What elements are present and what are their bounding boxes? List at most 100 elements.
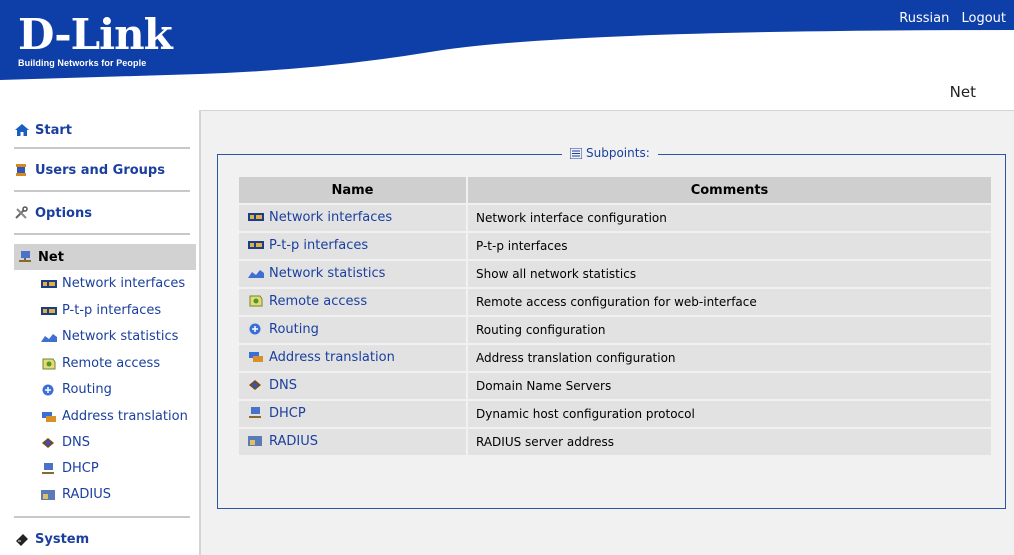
table-row: DHCP Dynamic host configuration protocol bbox=[239, 401, 991, 427]
sidebar-item-label: System bbox=[35, 531, 90, 547]
legend-text: Subpoints: bbox=[586, 146, 650, 160]
table-row: Address translation Address translation … bbox=[239, 345, 991, 371]
remote-access-link[interactable]: Remote access bbox=[247, 294, 367, 309]
table-row: Network interfaces Network interface con… bbox=[239, 205, 991, 231]
home-icon bbox=[14, 123, 30, 137]
logout-link[interactable]: Logout bbox=[961, 11, 1006, 26]
statistics-icon bbox=[40, 331, 58, 343]
comment-cell: Domain Name Servers bbox=[468, 373, 991, 399]
name-cell: RADIUS bbox=[239, 429, 466, 455]
column-header-name: Name bbox=[239, 177, 466, 203]
link-label: DNS bbox=[269, 377, 297, 393]
sidebar-item-system[interactable]: System bbox=[14, 529, 190, 549]
table-row: P-t-p interfaces P-t-p interfaces bbox=[239, 233, 991, 259]
radius-icon bbox=[247, 435, 265, 447]
sidebar-item-label: Address translation bbox=[62, 409, 188, 424]
radius-link[interactable]: RADIUS bbox=[247, 434, 318, 449]
sidebar-item-dhcp[interactable]: DHCP bbox=[40, 461, 99, 476]
table-row: Network statistics Show all network stat… bbox=[239, 261, 991, 287]
table-row: DNS Domain Name Servers bbox=[239, 373, 991, 399]
link-label: RADIUS bbox=[269, 433, 319, 449]
name-cell: DNS bbox=[239, 373, 466, 399]
sidebar-item-dns[interactable]: DNS bbox=[40, 435, 90, 450]
address-translation-icon bbox=[247, 351, 265, 363]
table-row: RADIUS RADIUS server address bbox=[239, 429, 991, 455]
remote-access-icon bbox=[40, 358, 58, 370]
logo-text: D-Link bbox=[18, 10, 173, 59]
sidebar-item-network-statistics[interactable]: Network statistics bbox=[40, 329, 178, 344]
dhcp-link[interactable]: DHCP bbox=[247, 406, 306, 421]
header: D-Link Building Networks for People Russ… bbox=[0, 0, 1014, 110]
dns-icon bbox=[40, 437, 58, 449]
link-label: P-t-p interfaces bbox=[269, 237, 369, 253]
sidebar-item-network-interfaces[interactable]: Network interfaces bbox=[40, 276, 185, 291]
network-statistics-link[interactable]: Network statistics bbox=[247, 266, 385, 281]
comment-cell: Routing configuration bbox=[468, 317, 991, 343]
sidebar-item-options[interactable]: Options bbox=[14, 203, 190, 223]
routing-icon bbox=[247, 323, 265, 335]
sidebar-item-label: Start bbox=[35, 122, 72, 138]
russian-link[interactable]: Russian bbox=[899, 11, 949, 26]
name-cell: Address translation bbox=[239, 345, 466, 371]
main-content: Subpoints: Name Comments Network interfa… bbox=[201, 110, 1014, 555]
network-card-icon bbox=[40, 278, 58, 290]
network-icon bbox=[17, 250, 33, 264]
sidebar-item-remote-access[interactable]: Remote access bbox=[40, 356, 160, 371]
network-card-icon bbox=[40, 305, 58, 317]
sidebar-item-label: Network interfaces bbox=[62, 276, 186, 291]
network-card-icon bbox=[247, 211, 265, 223]
sidebar-item-label: DNS bbox=[62, 435, 90, 450]
dns-link[interactable]: DNS bbox=[247, 378, 297, 393]
dhcp-icon bbox=[40, 462, 58, 475]
link-label: Network statistics bbox=[269, 265, 386, 281]
name-cell: Network interfaces bbox=[239, 205, 466, 231]
name-cell: P-t-p interfaces bbox=[239, 233, 466, 259]
sidebar-item-label: Network statistics bbox=[62, 329, 179, 344]
sidebar-item-address-translation[interactable]: Address translation bbox=[40, 409, 188, 424]
dhcp-icon bbox=[247, 407, 265, 419]
address-translation-link[interactable]: Address translation bbox=[247, 350, 395, 365]
network-interfaces-link[interactable]: Network interfaces bbox=[247, 210, 392, 225]
link-label: Remote access bbox=[269, 293, 368, 309]
address-translation-icon bbox=[40, 411, 58, 423]
table-header-row: Name Comments bbox=[239, 177, 991, 203]
sidebar-item-routing[interactable]: Routing bbox=[40, 382, 112, 397]
comment-cell: Show all network statistics bbox=[468, 261, 991, 287]
name-cell: Network statistics bbox=[239, 261, 466, 287]
name-cell: Routing bbox=[239, 317, 466, 343]
sidebar-item-ptp-interfaces[interactable]: P-t-p interfaces bbox=[40, 303, 161, 318]
name-cell: Remote access bbox=[239, 289, 466, 315]
ptp-interfaces-link[interactable]: P-t-p interfaces bbox=[247, 238, 368, 253]
remote-access-icon bbox=[247, 295, 265, 307]
sidebar-item-radius[interactable]: RADIUS bbox=[40, 487, 111, 502]
name-cell: DHCP bbox=[239, 401, 466, 427]
comment-cell: P-t-p interfaces bbox=[468, 233, 991, 259]
link-label: Routing bbox=[269, 321, 319, 337]
sidebar-item-label: P-t-p interfaces bbox=[62, 303, 162, 318]
routing-link[interactable]: Routing bbox=[247, 322, 319, 337]
sidebar-item-users-and-groups[interactable]: Users and Groups bbox=[14, 160, 190, 180]
divider bbox=[14, 233, 190, 235]
divider bbox=[14, 190, 190, 192]
routing-icon bbox=[40, 384, 58, 396]
subpoints-legend: Subpoints: bbox=[562, 146, 658, 160]
sidebar-item-label: Remote access bbox=[62, 356, 161, 371]
top-links: Russian Logout bbox=[891, 11, 1006, 26]
comment-cell: Address translation configuration bbox=[468, 345, 991, 371]
radius-icon bbox=[40, 489, 58, 501]
link-label: Address translation bbox=[269, 349, 395, 365]
users-icon bbox=[14, 163, 30, 177]
network-card-icon bbox=[247, 239, 265, 251]
system-icon bbox=[14, 532, 30, 546]
sidebar-item-label: Users and Groups bbox=[35, 162, 165, 178]
table-row: Remote access Remote access configuratio… bbox=[239, 289, 991, 315]
statistics-icon bbox=[247, 267, 265, 279]
logo-tagline: Building Networks for People bbox=[18, 58, 147, 68]
comment-cell: RADIUS server address bbox=[468, 429, 991, 455]
subpoints-fieldset: Subpoints: Name Comments Network interfa… bbox=[217, 146, 1006, 509]
sidebar-item-net[interactable]: Net bbox=[14, 244, 196, 270]
comment-cell: Dynamic host configuration protocol bbox=[468, 401, 991, 427]
sidebar-item-start[interactable]: Start bbox=[14, 120, 190, 140]
tools-icon bbox=[14, 206, 30, 220]
dlink-logo: D-Link Building Networks for People bbox=[18, 10, 173, 69]
